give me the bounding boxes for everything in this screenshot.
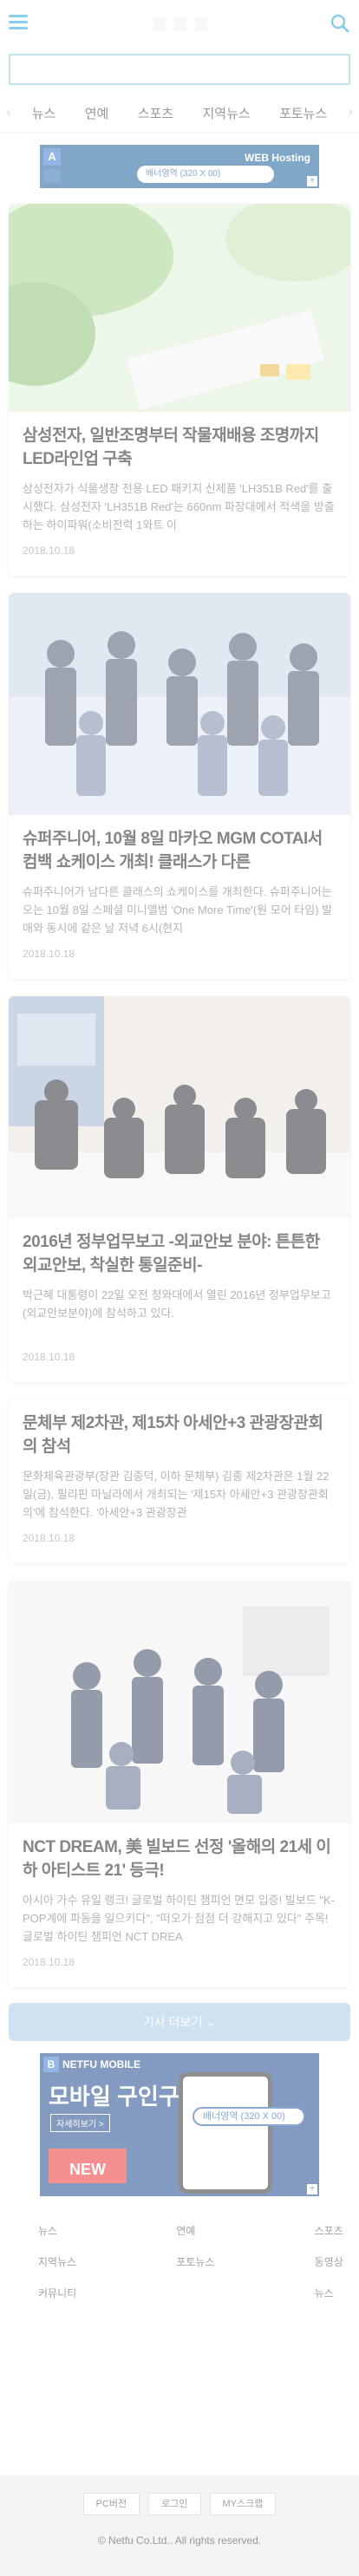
article-title[interactable]: 문체부 제2차관, 제15차 아세안+3 관광장관회의 참석	[23, 1412, 336, 1458]
tab-photo-news[interactable]: 포토뉴스	[277, 104, 330, 122]
more-articles-button[interactable]: 기사 더보기 ⌄	[9, 2003, 350, 2041]
footer-link-photo-news[interactable]: 포토뉴스	[122, 2247, 236, 2278]
ad-b-icon: B	[43, 2057, 59, 2072]
tab-local-news[interactable]: 지역뉴스	[199, 104, 252, 122]
banner-detail-button: 자세히보기 >	[50, 2114, 110, 2132]
banner-placeholder-text: 배너영역 (320 X 00)	[137, 166, 274, 183]
menu-icon[interactable]	[9, 15, 28, 30]
my-scrap-button[interactable]: MY스크랩	[209, 2493, 277, 2515]
article-date: 2018.10.18	[23, 948, 75, 960]
search-input[interactable]	[9, 54, 350, 85]
banner-headline: 모바일 구인구직	[49, 2084, 200, 2110]
article-title[interactable]: 삼성전자, 일반조명부터 작물재배용 조명까지 LED라인업 구축	[23, 424, 336, 471]
footer-link-news[interactable]: 뉴스	[9, 2215, 122, 2247]
footer-link-sports[interactable]: 스포츠	[237, 2215, 350, 2247]
article-summary: 문화체육관광부(장관 김종덕, 이하 문체부) 김종 제2차관은 1월 22일(…	[23, 1470, 330, 1519]
nav-prev-icon[interactable]: ‹	[0, 105, 17, 121]
phone-image	[179, 2072, 272, 2194]
article-date: 2018.10.18	[23, 545, 75, 557]
nav-next-icon[interactable]: ›	[342, 105, 359, 121]
article-summary: 슈퍼주니어가 남다른 클래스의 쇼케이스를 개최한다. 슈퍼주니어는 오는 10…	[23, 885, 333, 935]
article-date: 2018.10.18	[23, 1956, 75, 1968]
article-card[interactable]: 슈퍼주니어, 10월 8일 마카오 MGM COTAI서 컴백 쇼케이스 개최!…	[9, 593, 350, 979]
article-card[interactable]: 2016년 정부업무보고 -외교안보 분야: 튼튼한 외교안보, 착실한 통일준…	[9, 996, 350, 1382]
article-card[interactable]: NCT DREAM, 美 빌보드 선정 '올해의 21세 이하 아티스트 21'…	[9, 1581, 350, 1987]
banner-new-badge: NEW	[49, 2149, 127, 2183]
article-list: 삼성전자, 일반조명부터 작물재배용 조명까지 LED라인업 구축 삼성전자가 …	[0, 204, 359, 1987]
login-button[interactable]: 로그인	[148, 2493, 201, 2515]
ad-a-icon: A	[43, 148, 61, 166]
article-summary: 박근혜 대통령이 22일 오전 청와대에서 열린 2016년 정부업무보고(외교…	[23, 1288, 331, 1320]
article-thumbnail	[9, 996, 350, 1218]
banner-web-hosting: WEB Hosting	[245, 152, 310, 164]
ad-image	[43, 169, 61, 183]
footer-link-community[interactable]: 커뮤니티	[9, 2278, 122, 2309]
top-ad-banner[interactable]: A WEB Hosting 배너영역 (320 X 00) +	[40, 145, 319, 188]
article-thumbnail	[9, 204, 350, 412]
tab-sports[interactable]: 스포츠	[135, 104, 176, 122]
banner-brand: NETFU MOBILE	[62, 2058, 140, 2071]
footer-link-entertainment[interactable]: 연예	[122, 2215, 236, 2247]
article-card[interactable]: 문체부 제2차관, 제15차 아세안+3 관광장관회의 참석 문화체육관광부(장…	[9, 1399, 350, 1563]
bottom-ad-banner[interactable]: B NETFU MOBILE 모바일 구인구직 자세히보기 > 배너영역 (32…	[40, 2053, 319, 2196]
banner-placeholder-text: 배너영역 (320 X 00)	[193, 2107, 305, 2126]
footer-link-video-news[interactable]: 동영상뉴스	[237, 2247, 350, 2299]
search-bar	[0, 50, 359, 85]
article-card[interactable]: 삼성전자, 일반조명부터 작물재배용 조명까지 LED라인업 구축 삼성전자가 …	[9, 204, 350, 576]
search-icon[interactable]	[330, 13, 350, 34]
banner-expand-icon[interactable]: +	[307, 176, 317, 186]
pc-version-button[interactable]: PC버전	[82, 2493, 140, 2515]
footer-link-local-news[interactable]: 지역뉴스	[9, 2247, 122, 2278]
article-thumbnail	[9, 1581, 350, 1823]
article-summary: 삼성전자가 식물생장 전용 LED 패키지 신제품 'LH351B Red'를 …	[23, 482, 335, 532]
site-logo[interactable]	[146, 17, 215, 33]
category-nav: ‹ 뉴스 연예 스포츠 지역뉴스 포토뉴스 ›	[0, 94, 359, 132]
article-date: 2018.10.18	[23, 1351, 75, 1363]
article-thumbnail	[9, 593, 350, 815]
article-title[interactable]: 2016년 정부업무보고 -외교안보 분야: 튼튼한 외교안보, 착실한 통일준…	[23, 1230, 336, 1277]
copyright-text: © Netfu Co.Ltd.. All rights reserved.	[97, 2534, 262, 2547]
nav-divider	[0, 132, 359, 133]
footer-menu: 뉴스 연예 스포츠 지역뉴스 포토뉴스 동영상뉴스 커뮤니티	[0, 2215, 359, 2309]
tab-news[interactable]: 뉴스	[29, 104, 59, 122]
footer: PC버전 로그인 MY스크랩 © Netfu Co.Ltd.. All righ…	[0, 2475, 359, 2576]
article-date: 2018.10.18	[23, 1532, 75, 1544]
article-title[interactable]: NCT DREAM, 美 빌보드 선정 '올해의 21세 이하 아티스트 21'…	[23, 1836, 336, 1882]
app-header	[0, 0, 359, 50]
tab-entertainment[interactable]: 연예	[82, 104, 112, 122]
article-title[interactable]: 슈퍼주니어, 10월 8일 마카오 MGM COTAI서 컴백 쇼케이스 개최!…	[23, 827, 336, 874]
article-summary: 아시아 가수 유일 랭크! 글로벌 하이틴 챔피언 면모 입증! 빌보드 "K-…	[23, 1894, 335, 1943]
banner-expand-icon[interactable]: +	[307, 2184, 317, 2194]
